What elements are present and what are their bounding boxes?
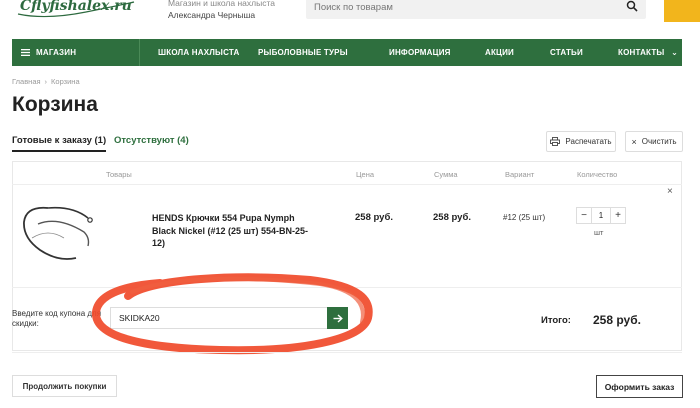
search-box (306, 0, 646, 19)
print-label: Распечатать (565, 137, 612, 146)
breadcrumb: Главная › Корзина (12, 77, 80, 86)
breadcrumb-home[interactable]: Главная (12, 77, 41, 86)
footer-divider (12, 352, 682, 353)
tab-out-of-stock[interactable]: Отсутствуют (4) (114, 135, 189, 146)
product-name-link[interactable]: HENDS Крючки 554 Pupa Nymph Black Nickel… (152, 212, 312, 250)
arrow-right-icon (333, 313, 343, 323)
total-value: 258 руб. (593, 313, 641, 327)
decrease-quantity-button[interactable]: − (576, 207, 592, 224)
nav-item-info[interactable]: Информация (389, 48, 451, 57)
nav-shop-label: Магазин (36, 48, 77, 57)
row-divider (12, 287, 682, 288)
breadcrumb-current: Корзина (51, 77, 80, 86)
product-image[interactable] (18, 198, 98, 270)
column-header-price: Цена (356, 170, 375, 179)
nav-shop-menu[interactable]: Магазин ⌄ (12, 39, 678, 66)
total-label: Итого: (541, 315, 571, 326)
header-badge[interactable] (664, 0, 700, 22)
nav-item-articles[interactable]: Статьи (550, 48, 583, 57)
item-sum: 258 руб. (433, 212, 471, 223)
remove-item-icon[interactable]: × (667, 186, 673, 197)
increase-quantity-button[interactable]: + (610, 207, 626, 224)
nav-item-school[interactable]: Школа нахлыста (158, 48, 239, 57)
page-title: Корзина (12, 93, 98, 116)
menu-icon (21, 49, 30, 56)
coupon-label: Введите код купона для скидки: (12, 309, 102, 328)
column-header-variant: Вариант (505, 170, 535, 179)
item-variant: #12 (25 шт) (503, 213, 546, 222)
continue-shopping-button[interactable]: Продолжить покупки (12, 375, 117, 397)
clear-label: Очистить (641, 137, 677, 146)
clear-cart-button[interactable]: × Очистить (625, 131, 683, 152)
quantity-value[interactable]: 1 (592, 207, 610, 224)
site-tagline: Магазин и школа нахлыста Александра Черн… (168, 0, 318, 21)
site-header: Cflyfishalex.ru Магазин и школа нахлыста… (0, 0, 700, 34)
column-header-quantity: Количество (577, 170, 618, 179)
main-nav: Магазин ⌄ Школа нахлыста Рыболовные туры… (12, 39, 682, 66)
table-header-divider (12, 184, 682, 185)
item-price: 258 руб. (355, 212, 393, 223)
checkout-button[interactable]: Оформить заказ (596, 375, 683, 398)
coupon-input[interactable] (110, 307, 328, 329)
print-button[interactable]: Распечатать (546, 131, 616, 152)
printer-icon (550, 137, 561, 146)
search-icon[interactable] (626, 0, 638, 12)
close-icon: × (631, 136, 637, 147)
tab-ready-to-order[interactable]: Готовые к заказу (1) (12, 135, 107, 152)
chevron-down-icon: ⌄ (671, 48, 678, 57)
tagline-line2: Александра Чернышa (168, 10, 256, 20)
breadcrumb-separator: › (44, 77, 48, 86)
quantity-unit: шт (594, 228, 604, 237)
apply-coupon-button[interactable] (327, 307, 348, 329)
site-logo[interactable]: Cflyfishalex.ru (20, 0, 132, 16)
column-header-goods: Товары (106, 170, 132, 179)
nav-item-tours[interactable]: Рыболовные туры (258, 48, 348, 57)
column-header-sum: Сумма (434, 170, 458, 179)
tagline-line1: Магазин и школа нахлыста (168, 0, 275, 8)
search-input[interactable] (314, 0, 614, 14)
nav-item-contacts[interactable]: Контакты (618, 48, 664, 57)
quantity-stepper: − 1 + (576, 207, 626, 224)
nav-item-promo[interactable]: Акции (485, 48, 514, 57)
